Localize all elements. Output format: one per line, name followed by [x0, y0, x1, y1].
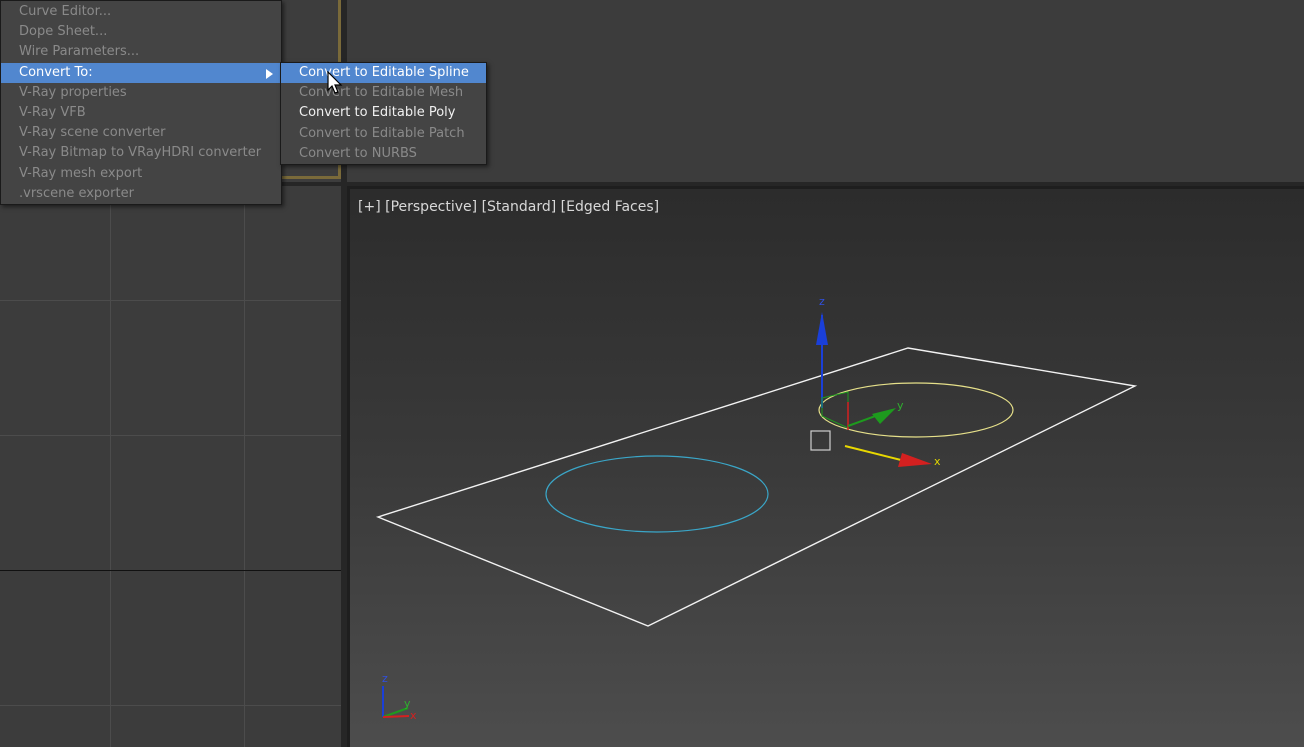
grid-line: [244, 186, 245, 747]
menu-item-vrscene-exporter[interactable]: .vrscene exporter: [1, 184, 281, 204]
menu-item-dope-sheet[interactable]: Dope Sheet...: [1, 22, 281, 42]
menu-item-convert-editable-mesh[interactable]: Convert to Editable Mesh: [281, 83, 486, 103]
tripod-z-label: z: [382, 672, 388, 685]
viewport-shading-menu[interactable]: [Standard]: [482, 199, 557, 215]
viewport-view-menu[interactable]: [Perspective]: [385, 199, 477, 215]
grid-line: [0, 435, 341, 436]
gizmo-z-label: z: [819, 295, 825, 308]
menu-item-convert-to-label: Convert To:: [19, 64, 93, 80]
perspective-viewport[interactable]: [+] [Perspective] [Standard] [Edged Face…: [347, 186, 1304, 747]
viewport-top-right[interactable]: [347, 0, 1304, 182]
menu-item-vray-mesh-export[interactable]: V-Ray mesh export: [1, 164, 281, 184]
menu-item-convert-editable-patch[interactable]: Convert to Editable Patch: [281, 124, 486, 144]
menu-item-vray-properties[interactable]: V-Ray properties: [1, 83, 281, 103]
menu-item-vray-vfb[interactable]: V-Ray VFB: [1, 103, 281, 123]
viewport-label: [+] [Perspective] [Standard] [Edged Face…: [358, 199, 659, 215]
grid-line: [0, 705, 341, 706]
convert-to-submenu: Convert to Editable Spline Convert to Ed…: [280, 62, 487, 165]
grid-axis-line: [0, 570, 341, 571]
menu-item-convert-nurbs[interactable]: Convert to NURBS: [281, 144, 486, 164]
gizmo-x-label: x: [934, 455, 941, 468]
menu-item-convert-editable-poly[interactable]: Convert to Editable Poly: [281, 103, 486, 123]
tripod-x-label: x: [410, 709, 417, 722]
menu-item-wire-parameters[interactable]: Wire Parameters...: [1, 42, 281, 62]
quad-context-menu: Curve Editor... Dope Sheet... Wire Param…: [0, 0, 282, 205]
menu-item-vray-bitmap-converter[interactable]: V-Ray Bitmap to VRayHDRI converter: [1, 143, 281, 163]
menu-item-convert-editable-spline[interactable]: Convert to Editable Spline: [281, 63, 486, 84]
grid-line: [110, 186, 111, 747]
menu-item-vray-scene-converter[interactable]: V-Ray scene converter: [1, 123, 281, 143]
mouse-cursor-icon: [327, 71, 343, 94]
menu-item-curve-editor[interactable]: Curve Editor...: [1, 2, 281, 22]
menu-item-convert-to[interactable]: Convert To:: [1, 62, 281, 83]
viewport-edges-menu[interactable]: [Edged Faces]: [561, 199, 659, 215]
gizmo-y-label: y: [897, 399, 904, 412]
viewport-bottom-left[interactable]: [0, 186, 341, 747]
submenu-arrow-icon: [266, 68, 273, 79]
grid-line: [0, 300, 341, 301]
viewport-plus-menu[interactable]: [+]: [358, 199, 381, 215]
